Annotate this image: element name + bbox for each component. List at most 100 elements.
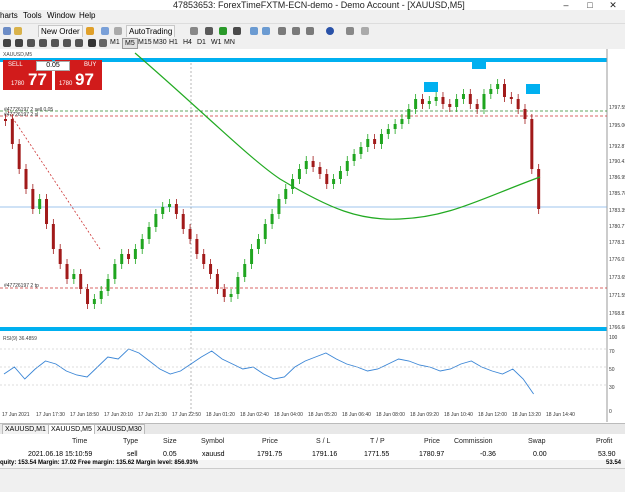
candle-body [366, 139, 370, 147]
cursor-icon[interactable] [3, 39, 11, 47]
menu-window[interactable]: Window [47, 11, 75, 20]
close-button[interactable]: ✕ [603, 0, 623, 10]
candle-body [202, 254, 206, 264]
candle-body [209, 264, 213, 274]
trendline-icon[interactable] [51, 39, 59, 47]
candle-body [393, 124, 397, 129]
time-axis-label: 18 Jun 04:00 [274, 412, 303, 418]
candle-body [297, 169, 301, 179]
text-tool-icon[interactable] [88, 39, 96, 47]
header-commission[interactable]: Commission [454, 438, 493, 445]
candle-body [420, 99, 424, 104]
tf-d1[interactable]: D1 [195, 38, 208, 47]
candle-body [509, 97, 513, 99]
folder-icon[interactable] [14, 27, 22, 35]
candle-body [243, 264, 247, 277]
candle-body [448, 104, 452, 107]
header-tp[interactable]: T / P [370, 438, 385, 445]
bottom-bar [0, 468, 625, 492]
candle-body [318, 167, 322, 174]
header-size[interactable]: Size [163, 438, 177, 445]
order-size: 0.05 [163, 451, 177, 458]
vertical-line-icon[interactable] [27, 39, 35, 47]
candle-body [427, 101, 431, 104]
chart-icon[interactable] [3, 27, 11, 35]
order-type: sell [127, 451, 138, 458]
candle-body [304, 161, 308, 169]
price-axis-label: 1790.41 [609, 159, 625, 165]
header-time[interactable]: Time [72, 438, 87, 445]
candle-body [236, 277, 240, 294]
autoscroll-icon[interactable] [292, 27, 300, 35]
tf-h1[interactable]: H1 [167, 38, 180, 47]
header-symbol[interactable]: Symbol [201, 438, 224, 445]
arrow-tool-icon[interactable] [99, 39, 107, 47]
line-chart-icon[interactable] [233, 27, 241, 35]
header-price[interactable]: Price [262, 438, 278, 445]
navigator-icon[interactable] [101, 27, 109, 35]
maximize-button[interactable]: □ [580, 0, 600, 10]
menu-help[interactable]: Help [79, 11, 95, 20]
price-axis-label: 1771.55 [609, 293, 625, 299]
order-tp: 1771.55 [364, 451, 390, 458]
tile-icon[interactable] [278, 27, 286, 35]
autotrading-label: AutoTrading [129, 27, 173, 36]
tf-m30[interactable]: M30 [151, 38, 169, 47]
header-sl[interactable]: S / L [316, 438, 330, 445]
candle-body [92, 299, 96, 304]
crosshair-tool-icon[interactable] [15, 39, 23, 47]
new-order-label: New Order [41, 27, 80, 36]
header-swap[interactable]: Swap [528, 438, 546, 445]
fibo-icon[interactable] [75, 39, 83, 47]
channel-icon[interactable] [63, 39, 71, 47]
candle-body [17, 144, 21, 169]
candle-body [99, 291, 103, 299]
chart-window[interactable] [0, 49, 625, 422]
menu-tools[interactable]: Tools [23, 11, 42, 20]
candle-body [496, 84, 500, 89]
price-axis-label: 1780.77 [609, 224, 625, 230]
order-current-price: 1780.97 [419, 451, 445, 458]
time-axis-label: 18 Jun 14:40 [546, 412, 575, 418]
lot-size-input[interactable]: 0.05 [36, 61, 70, 71]
bar-chart-icon[interactable] [205, 27, 213, 35]
candle-body [482, 94, 486, 109]
price-chart[interactable] [0, 49, 625, 422]
price-axis-label: 1773.65 [609, 275, 625, 281]
period-icon[interactable] [346, 27, 354, 35]
candle-body [434, 97, 438, 101]
candle-body [168, 204, 172, 207]
order-swap: 0.00 [533, 451, 547, 458]
candle-body [502, 84, 506, 97]
header-current-price[interactable]: Price [424, 438, 440, 445]
candle-body [4, 119, 7, 121]
candle-body [256, 239, 260, 249]
time-axis-label: 17 Jun 21:30 [138, 412, 167, 418]
tf-h4[interactable]: H4 [181, 38, 194, 47]
zoom-in-icon[interactable] [250, 27, 258, 35]
terminal-icon[interactable] [114, 27, 122, 35]
template-icon[interactable] [361, 27, 369, 35]
zoom-out-icon[interactable] [262, 27, 270, 35]
candle-body [530, 119, 534, 169]
horizontal-line-icon[interactable] [39, 39, 47, 47]
header-profit[interactable]: Profit [596, 438, 612, 445]
menu-bar: harts Tools Window Help [0, 10, 625, 23]
title-bar: 47853653: ForexTimeFXTM-ECN-demo - Demo … [0, 0, 625, 10]
header-type[interactable]: Type [123, 438, 138, 445]
tf-mn[interactable]: MN [222, 38, 237, 47]
candle-body [31, 189, 35, 209]
market-watch-icon[interactable] [86, 27, 94, 35]
indicators-icon[interactable] [326, 27, 334, 35]
candle-body [45, 199, 49, 224]
crosshair-icon[interactable] [190, 27, 198, 35]
order-commission: -0.36 [480, 451, 496, 458]
tf-m1[interactable]: M1 [108, 38, 122, 47]
candle-body [250, 249, 254, 264]
menu-charts[interactable]: harts [0, 11, 18, 20]
order-symbol: xauusd [202, 451, 225, 458]
candles-icon[interactable] [219, 27, 227, 35]
candle-body [79, 274, 83, 289]
minimize-button[interactable]: – [556, 0, 576, 10]
shift-icon[interactable] [306, 27, 314, 35]
